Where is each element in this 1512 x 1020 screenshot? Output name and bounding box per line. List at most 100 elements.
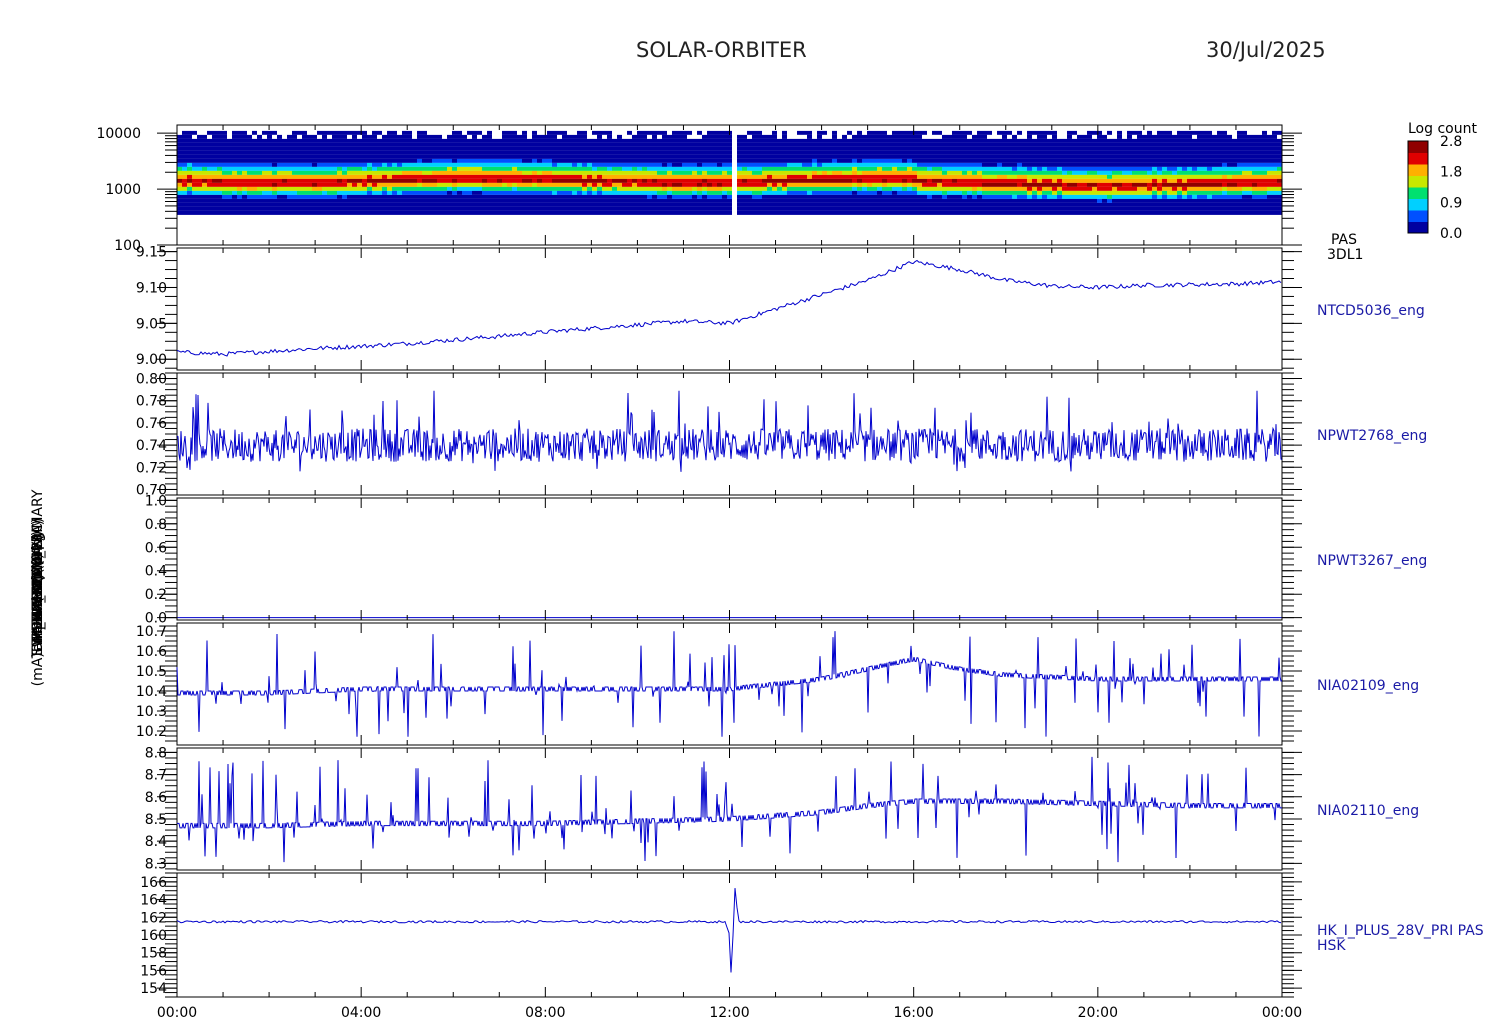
heatmap-cell (807, 182, 812, 187)
heatmap-cell (572, 210, 577, 215)
heatmap-cell (217, 170, 222, 175)
heatmap-cell (932, 162, 937, 167)
heatmap-cell (767, 150, 772, 155)
heatmap-cell (397, 142, 402, 147)
heatmap-cell (822, 166, 827, 171)
heatmap-cell (267, 210, 272, 215)
heatmap-cell (227, 186, 232, 191)
heatmap-cell (1192, 134, 1197, 139)
heatmap-cell (372, 138, 377, 143)
heatmap-cell (532, 206, 537, 211)
heatmap-cell (1002, 194, 1007, 199)
heatmap-cell (392, 142, 397, 147)
heatmap-cell (337, 190, 342, 195)
heatmap-cell (692, 138, 697, 143)
heatmap-cell (1132, 198, 1137, 203)
heatmap-cell (1182, 134, 1187, 139)
heatmap-cell (737, 194, 742, 199)
heatmap-cell (742, 146, 747, 151)
heatmap-cell (1027, 210, 1032, 215)
heatmap-cell (837, 198, 842, 203)
heatmap-cell (612, 154, 617, 159)
heatmap-cell (827, 162, 832, 167)
heatmap-cell (792, 202, 797, 207)
heatmap-cell (562, 162, 567, 167)
heatmap-cell (772, 178, 777, 183)
heatmap-cell (1012, 138, 1017, 143)
heatmap-cell (722, 146, 727, 151)
heatmap-cell (942, 198, 947, 203)
heatmap-cell (647, 194, 652, 199)
heatmap-cell (872, 130, 877, 135)
heatmap-cell (687, 142, 692, 147)
heatmap-cell (582, 206, 587, 211)
heatmap-cell (907, 166, 912, 171)
heatmap-cell (452, 202, 457, 207)
heatmap-cell (1007, 206, 1012, 211)
heatmap-cell (662, 182, 667, 187)
heatmap-cell (947, 206, 952, 211)
heatmap-cell (507, 178, 512, 183)
heatmap-cell (717, 138, 722, 143)
heatmap-cell (1072, 138, 1077, 143)
heatmap-cell (1262, 198, 1267, 203)
heatmap-cell (572, 170, 577, 175)
heatmap-cell (707, 206, 712, 211)
heatmap-cell (352, 190, 357, 195)
heatmap-cell (677, 134, 682, 139)
heatmap-cell (812, 134, 817, 139)
heatmap-cell (447, 194, 452, 199)
heatmap-cell (182, 150, 187, 155)
heatmap-cell (572, 166, 577, 171)
heatmap-cell (252, 210, 257, 215)
heatmap-cell (962, 142, 967, 147)
heatmap-cell (1262, 190, 1267, 195)
heatmap-cell (317, 202, 322, 207)
heatmap-cell (1082, 194, 1087, 199)
heatmap-cell (1022, 146, 1027, 151)
heatmap-cell (1212, 134, 1217, 139)
heatmap-cell (1267, 162, 1272, 167)
heatmap-cell (672, 130, 677, 135)
heatmap-cell (827, 146, 832, 151)
heatmap-cell (1107, 202, 1112, 207)
heatmap-cell (627, 210, 632, 215)
y-tick-label: 10.4 (136, 684, 167, 700)
heatmap-cell (327, 150, 332, 155)
heatmap-cell (617, 146, 622, 151)
heatmap-cell (847, 162, 852, 167)
heatmap-cell (467, 134, 472, 139)
heatmap-cell (782, 142, 787, 147)
heatmap-cell (292, 146, 297, 151)
heatmap-cell (887, 202, 892, 207)
heatmap-cell (202, 134, 207, 139)
heatmap-cell (1127, 142, 1132, 147)
heatmap-cell (577, 182, 582, 187)
heatmap-cell (337, 150, 342, 155)
heatmap-cell (412, 158, 417, 163)
heatmap-cell (912, 194, 917, 199)
heatmap-cell (547, 194, 552, 199)
heatmap-cell (1202, 178, 1207, 183)
heatmap-cell (1107, 206, 1112, 211)
heatmap-cell (537, 182, 542, 187)
heatmap-cell (1072, 190, 1077, 195)
heatmap-cell (582, 150, 587, 155)
heatmap-cell (1192, 154, 1197, 159)
heatmap-cell (587, 170, 592, 175)
heatmap-cell (287, 170, 292, 175)
heatmap-cell (1127, 186, 1132, 191)
heatmap-cell (882, 202, 887, 207)
heatmap-cell (632, 130, 637, 135)
heatmap-cell (1217, 186, 1222, 191)
heatmap-cell (432, 166, 437, 171)
heatmap-cell (382, 202, 387, 207)
heatmap-cell (272, 158, 277, 163)
heatmap-cell (557, 194, 562, 199)
heatmap-cell (562, 154, 567, 159)
heatmap-cell (1032, 178, 1037, 183)
heatmap-cell (897, 206, 902, 211)
heatmap-cell (897, 198, 902, 203)
heatmap-cell (212, 174, 217, 179)
heatmap-cell (1097, 162, 1102, 167)
